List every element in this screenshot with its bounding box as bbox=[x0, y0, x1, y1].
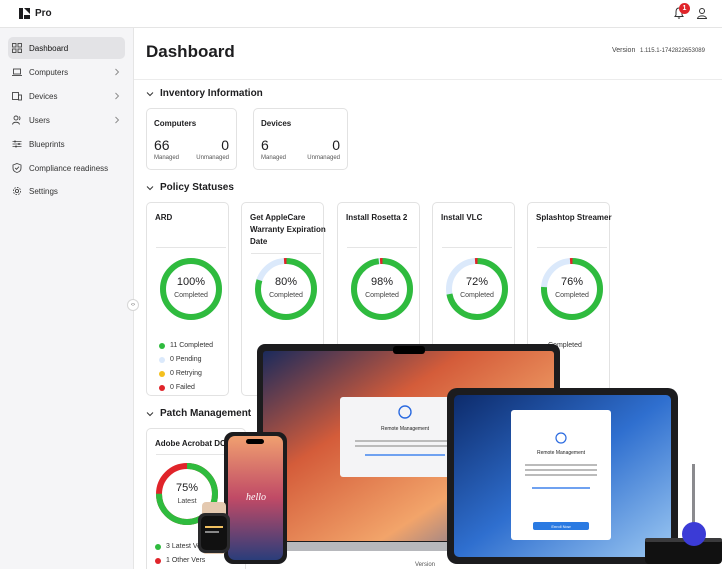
sidebar-item-devices[interactable]: Devices bbox=[8, 85, 125, 107]
green-dot-icon bbox=[159, 342, 165, 349]
brand-name: Pro bbox=[35, 8, 52, 19]
section-title: Policy Statuses bbox=[160, 182, 234, 193]
sidebar-item-label: Blueprints bbox=[29, 139, 65, 149]
sidebar-item-settings[interactable]: Settings bbox=[8, 180, 125, 202]
gear-icon bbox=[12, 186, 22, 196]
card-divider bbox=[442, 247, 512, 248]
managed-label: Managed bbox=[261, 155, 287, 161]
card-title: ARD bbox=[155, 213, 173, 222]
card-title: Devices bbox=[261, 119, 292, 128]
progress-donut bbox=[160, 258, 222, 320]
donut-label: Completed bbox=[174, 292, 208, 299]
chevron-right-icon bbox=[115, 92, 120, 100]
red-dot-icon bbox=[159, 384, 165, 391]
unmanaged-count: 0 bbox=[221, 137, 229, 153]
sidebar-item-label: Compliance readiness bbox=[29, 163, 109, 173]
chevron-right-icon bbox=[115, 68, 120, 76]
progress-donut bbox=[351, 258, 413, 320]
donut-percent: 72% bbox=[465, 276, 489, 288]
bottom-text: Version bbox=[415, 562, 435, 568]
unmanaged-label: Unmanaged bbox=[196, 155, 229, 161]
section-inventory-header[interactable]: Inventory Information bbox=[146, 88, 263, 99]
unmanaged-count: 0 bbox=[332, 137, 340, 153]
mac-dialog-title: Remote Management bbox=[381, 426, 430, 432]
donut-label: Completed bbox=[365, 292, 399, 299]
device-illustration: Remote Management Remote Management Enro… bbox=[198, 344, 722, 568]
card-title: Get AppleCare Warranty Expiration Date bbox=[250, 213, 326, 246]
apple-watch-icon bbox=[198, 502, 230, 554]
progress-donut bbox=[541, 258, 603, 320]
chevron-down-icon bbox=[146, 91, 154, 96]
unmanaged-label: Unmanaged bbox=[307, 155, 340, 161]
donut-percent: 80% bbox=[274, 276, 298, 288]
section-title: Inventory Information bbox=[160, 88, 263, 99]
card-title: Install Rosetta 2 bbox=[346, 213, 408, 222]
donut-percent: 76% bbox=[560, 276, 584, 288]
chevron-down-icon bbox=[146, 185, 154, 190]
blue-dot-icon bbox=[159, 356, 165, 363]
managed-label: Managed bbox=[154, 155, 180, 161]
iphone-hello: hello bbox=[246, 492, 266, 503]
card-title: Splashtop Streamer bbox=[536, 213, 612, 222]
managed-count: 6 bbox=[261, 137, 269, 153]
managed-count: 66 bbox=[154, 137, 170, 153]
red-dot-icon bbox=[155, 557, 161, 564]
card-title: Computers bbox=[154, 119, 197, 128]
sidebar-item-users[interactable]: Users bbox=[8, 109, 125, 131]
donut-label: Completed bbox=[460, 292, 494, 299]
card-divider bbox=[537, 247, 607, 248]
top-bar: Pro 1 bbox=[0, 0, 722, 28]
inventory-card-devices[interactable]: Devices 6 Managed 0 Unmanaged bbox=[253, 108, 348, 170]
ipad-enroll-button: Enroll Now bbox=[551, 524, 570, 529]
header-divider bbox=[134, 79, 722, 80]
chevron-down-icon bbox=[146, 411, 154, 416]
card-divider bbox=[156, 247, 226, 248]
sidebar: Dashboard Computers Devices Users Bluepr… bbox=[0, 28, 134, 569]
sidebar-item-dashboard[interactable]: Dashboard bbox=[8, 37, 125, 59]
sidebar-item-label: Users bbox=[29, 115, 50, 125]
legend-failed: 0 Failed bbox=[159, 384, 195, 391]
laptop-icon bbox=[12, 68, 22, 76]
ipad-dialog-title: Remote Management bbox=[537, 450, 586, 456]
devices-icon bbox=[12, 92, 22, 101]
version-value: 1.115.1-1742822653089 bbox=[640, 48, 705, 54]
donut-label: Completed bbox=[555, 292, 589, 299]
user-icon[interactable] bbox=[696, 7, 708, 19]
green-dot-icon bbox=[155, 543, 161, 550]
apple-tv-icon bbox=[645, 538, 722, 564]
sidebar-item-label: Dashboard bbox=[29, 43, 69, 53]
sidebar-item-compliance[interactable]: Compliance readiness bbox=[8, 157, 125, 179]
chat-help-button[interactable] bbox=[682, 522, 706, 546]
inventory-card-computers[interactable]: Computers 66 Managed 0 Unmanaged bbox=[146, 108, 237, 170]
donut-percent: 98% bbox=[370, 276, 394, 288]
version-label: Version bbox=[612, 47, 636, 54]
users-icon bbox=[12, 115, 21, 125]
logo-icon bbox=[19, 8, 30, 19]
sidebar-item-label: Computers bbox=[29, 67, 69, 77]
grid-icon bbox=[12, 43, 22, 53]
shield-icon bbox=[12, 163, 22, 173]
card-title: Install VLC bbox=[441, 213, 483, 222]
section-policy-header[interactable]: Policy Statuses bbox=[146, 182, 234, 193]
progress-donut bbox=[446, 258, 508, 320]
legend-text: 0 Failed bbox=[170, 384, 195, 391]
sidebar-item-computers[interactable]: Computers bbox=[8, 61, 125, 83]
page-title: Dashboard bbox=[146, 42, 235, 61]
chevron-right-icon bbox=[115, 116, 120, 124]
progress-donut bbox=[255, 258, 317, 320]
notification-badge: 1 bbox=[679, 3, 690, 14]
card-divider bbox=[251, 253, 321, 254]
donut-label: Completed bbox=[269, 292, 303, 299]
sidebar-item-label: Settings bbox=[29, 186, 58, 196]
donut-percent: 100% bbox=[176, 276, 206, 288]
yellow-dot-icon bbox=[159, 370, 165, 377]
sidebar-item-label: Devices bbox=[29, 91, 58, 101]
ipad-icon bbox=[447, 388, 678, 564]
card-divider bbox=[347, 247, 417, 248]
sidebar-item-blueprints[interactable]: Blueprints bbox=[8, 133, 125, 155]
sliders-icon bbox=[12, 140, 22, 148]
